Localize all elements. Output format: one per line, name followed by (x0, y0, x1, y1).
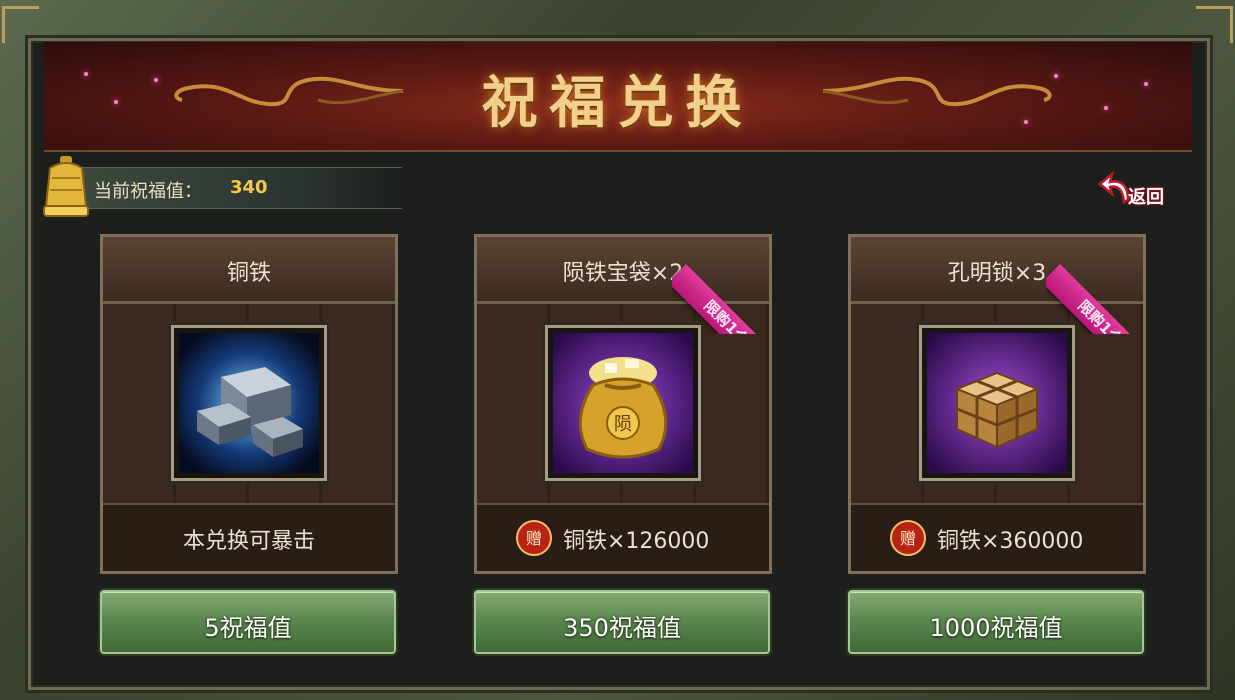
meteor-iron-bag-icon: 陨 (553, 333, 693, 473)
gift-badge-label: 赠 (526, 529, 542, 548)
crit-note: 本兑换可暴击 (182, 529, 315, 554)
bell-icon (43, 156, 89, 217)
limit-ribbon-label: 限购1个 (1046, 264, 1146, 334)
item-slot[interactable]: 陨 (545, 325, 701, 481)
limit-ribbon: 限购1个 (672, 234, 772, 334)
card-footer: 赠 铜铁×360000 (851, 503, 1143, 571)
gift-reward: 铜铁×360000 (937, 529, 1084, 554)
exchange-card: 铜铁 本兑换可暴击 (100, 234, 398, 574)
exchange-card: 孔明锁×3 限购1个 赠 铜铁×360000 (848, 234, 1146, 574)
limit-ribbon: 限购1个 (1046, 234, 1146, 334)
gift-reward: 铜铁×126000 (563, 529, 710, 554)
gift-badge-label: 赠 (900, 529, 916, 548)
page-title: 祝福兑换 (481, 70, 754, 136)
exchange-button[interactable]: 350祝福值 (474, 590, 770, 654)
card-footer: 本兑换可暴击 (103, 503, 395, 571)
card-header: 铜铁 (103, 237, 395, 304)
exchange-button-label[interactable]: 5祝福值 (102, 608, 394, 643)
gift-badge-icon: 赠 (890, 520, 926, 556)
bag-char: 陨 (614, 414, 632, 435)
card-title: 铜铁 (226, 261, 271, 286)
card-footer: 赠 铜铁×126000 (477, 503, 769, 571)
exchange-button-label[interactable]: 350祝福值 (476, 608, 768, 643)
exchange-card: 陨铁宝袋×2 陨 限购1个 赠 铜铁×126000 (474, 234, 772, 574)
item-slot[interactable] (919, 325, 1075, 481)
exchange-button[interactable]: 1000祝福值 (848, 590, 1144, 654)
blessing-value: 340 (230, 177, 268, 198)
gift-badge-icon: 赠 (516, 520, 552, 556)
exchange-button-label[interactable]: 1000祝福值 (850, 608, 1142, 643)
limit-ribbon-label: 限购1个 (672, 264, 772, 334)
kongming-lock-icon (927, 333, 1067, 473)
iron-ingot-icon (179, 333, 319, 473)
back-label[interactable]: 返回 (1128, 183, 1164, 209)
item-slot[interactable] (171, 325, 327, 481)
exchange-button[interactable]: 5祝福值 (100, 590, 396, 654)
blessing-label: 当前祝福值： (94, 181, 202, 202)
